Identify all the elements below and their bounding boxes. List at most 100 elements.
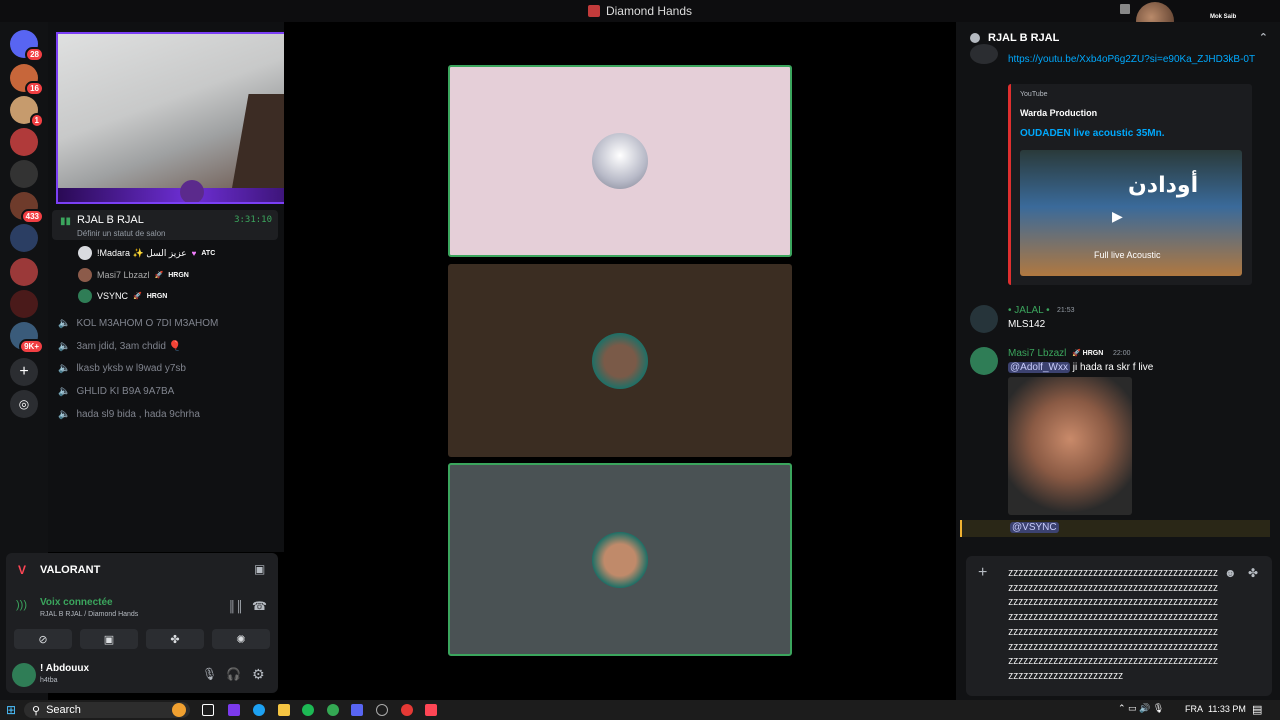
voice-member[interactable]: Masi7 Lbzazl 🚀 HRGN bbox=[78, 266, 189, 284]
user-status: h4tba bbox=[40, 677, 58, 684]
share-screen-button[interactable]: ▣ bbox=[80, 629, 138, 649]
message-author[interactable]: Masi7 Lbzazl bbox=[1008, 348, 1066, 359]
chevron-up-icon[interactable]: ⌃ bbox=[1259, 31, 1268, 44]
voice-channel-item[interactable]: 🔈 hada sl9 bida , hada 9chrha bbox=[58, 405, 200, 423]
voice-channel-status[interactable]: Définir un statut de salon bbox=[77, 229, 166, 238]
voice-channel-item[interactable]: 🔈 GHLID KI B9A 9A7BA bbox=[58, 382, 174, 400]
message-input[interactable]: ZZZZZZZZZZZZZZZZZZZZZZZZZZZZZZZZZZZZZZZZ… bbox=[1008, 566, 1220, 684]
soundboard-button[interactable]: ✺ bbox=[212, 629, 270, 649]
rocket-icon: 🚀 bbox=[133, 293, 142, 300]
chat-header: RJAL B RJAL ⌃ bbox=[956, 22, 1280, 54]
embed-title[interactable]: OUDADEN live acoustic 35Mn. bbox=[1020, 128, 1164, 139]
voice-member[interactable]: !Madara ✨ عزيز السل ♥ ATC bbox=[78, 244, 215, 262]
voice-status[interactable]: Voix connectée bbox=[40, 597, 113, 608]
avatar[interactable] bbox=[970, 44, 998, 64]
rocket-icon: 🚀 bbox=[154, 272, 164, 279]
flag-icon[interactable] bbox=[1120, 4, 1130, 14]
explore-compass-icon[interactable]: ◎ bbox=[10, 390, 38, 418]
avatar bbox=[78, 289, 92, 303]
voice-member[interactable]: VSYNC 🚀 HRGN bbox=[78, 287, 167, 305]
add-attachment-icon[interactable]: + bbox=[978, 564, 987, 582]
apps-icon[interactable]: ✤ bbox=[1248, 566, 1258, 580]
settings-gear-icon[interactable]: ⚙ bbox=[252, 666, 265, 683]
youtube-embed: YouTube Warda Production OUDADEN live ac… bbox=[1008, 84, 1252, 285]
avatar[interactable] bbox=[12, 663, 36, 687]
server-icon[interactable] bbox=[10, 290, 38, 318]
server-icon[interactable]: 9K+ bbox=[10, 322, 44, 354]
clock[interactable]: 11:33 PM bbox=[1208, 704, 1246, 714]
embed-provider: YouTube bbox=[1020, 91, 1048, 98]
valorant-icon[interactable] bbox=[425, 704, 437, 716]
member-name: VSYNC bbox=[97, 291, 129, 301]
user-name[interactable]: ! Abdouux bbox=[40, 663, 89, 674]
app-icon[interactable] bbox=[376, 704, 388, 716]
member-tag: ATC bbox=[201, 249, 216, 257]
system-tray-icons[interactable]: ⌃ ▭ 🔊 🎙 bbox=[1118, 703, 1164, 714]
search-icon: ⚲ bbox=[32, 704, 41, 717]
server-icon[interactable]: 16 bbox=[10, 64, 44, 96]
member-name: Masi7 Lbzazl bbox=[97, 270, 150, 280]
notifications-icon[interactable]: ▤ bbox=[1252, 703, 1262, 716]
file-explorer-icon[interactable] bbox=[278, 704, 290, 716]
task-view-icon[interactable] bbox=[202, 704, 214, 716]
discord-icon[interactable] bbox=[351, 704, 363, 716]
microphone-icon[interactable]: 🎙 bbox=[202, 667, 217, 681]
screen-share-icon: ▣ bbox=[103, 633, 115, 646]
message-image[interactable] bbox=[1008, 377, 1132, 515]
member-tag: HRGN bbox=[168, 271, 189, 279]
server-icon[interactable] bbox=[10, 128, 38, 156]
server-icon[interactable] bbox=[10, 160, 38, 188]
avatar bbox=[78, 268, 92, 282]
voice-channel-item[interactable]: 🔈 3am jdid, 3am chdid 🎈 bbox=[58, 337, 181, 355]
headphones-icon[interactable]: 🎧 bbox=[226, 667, 241, 681]
member-name: !Madara ✨ عزيز السل bbox=[97, 247, 187, 258]
language-indicator[interactable]: FRA bbox=[1185, 704, 1203, 714]
server-icon[interactable]: 433 bbox=[10, 192, 44, 224]
embed-thumbnail[interactable]: أودادن ▶ Full live Acoustic bbox=[1020, 150, 1242, 276]
embed-author[interactable]: Warda Production bbox=[1020, 108, 1097, 118]
role-tag: 🚀 HRGN bbox=[1072, 349, 1103, 357]
speaker-icon: 🔈 bbox=[58, 408, 71, 420]
server-icon[interactable]: 28 bbox=[10, 30, 44, 62]
app-icon[interactable] bbox=[401, 704, 413, 716]
disconnect-icon[interactable]: ☎ bbox=[252, 599, 267, 613]
voice-tile[interactable] bbox=[448, 264, 792, 457]
spotify-icon[interactable] bbox=[302, 704, 314, 716]
server-icon[interactable]: 1 bbox=[10, 96, 44, 128]
voice-channel-item[interactable]: 🔈 KOL M3AHOM O 7DI M3AHOM bbox=[58, 314, 218, 332]
message-composer[interactable]: + ZZZZZZZZZZZZZZZZZZZZZZZZZZZZZZZZZZZZZZ… bbox=[966, 556, 1272, 696]
message-author[interactable]: • JALAL • bbox=[1008, 305, 1050, 316]
camera-off-button[interactable]: ⊘ bbox=[14, 629, 72, 649]
app-icon[interactable] bbox=[228, 704, 240, 716]
screen-share-icon[interactable]: ▣ bbox=[254, 562, 265, 576]
unread-badge: 1 bbox=[29, 113, 44, 128]
noise-suppression-icon[interactable]: ║║ bbox=[228, 601, 244, 613]
unread-badge: 433 bbox=[20, 209, 44, 224]
play-icon[interactable]: ▶ bbox=[1112, 208, 1123, 225]
avatar[interactable] bbox=[970, 347, 998, 375]
server-icon[interactable] bbox=[10, 258, 38, 286]
activity-panel[interactable]: V VALORANT ▣ bbox=[6, 553, 278, 587]
user-mention[interactable]: @Adolf_Wxx bbox=[1008, 362, 1070, 373]
chrome-icon[interactable] bbox=[327, 704, 339, 716]
user-mention[interactable]: @VSYNC bbox=[1010, 522, 1059, 533]
voice-channel-name: RJAL B RJAL bbox=[77, 214, 144, 226]
emoji-icon[interactable]: ☻ bbox=[1224, 566, 1237, 580]
unread-badge: 28 bbox=[25, 47, 44, 62]
voice-channel-item[interactable]: 🔈 lkasb yksb w l9wad y7sb bbox=[58, 359, 186, 377]
message-link[interactable]: https://youtu.be/Xxb4oP6g2ZU?si=e90Ka_ZJ… bbox=[1008, 53, 1260, 67]
server-icon[interactable] bbox=[10, 224, 38, 252]
taskbar-search[interactable]: ⚲ Search bbox=[24, 702, 190, 718]
avatar bbox=[592, 332, 648, 389]
voice-tile[interactable] bbox=[448, 463, 792, 656]
edge-icon[interactable] bbox=[253, 704, 265, 716]
windows-start-icon[interactable]: ⊞ bbox=[6, 703, 16, 717]
add-server-button[interactable]: + bbox=[10, 358, 38, 386]
voice-location[interactable]: RJAL B RJAL / Diamond Hands bbox=[40, 611, 138, 618]
voice-tile[interactable] bbox=[448, 65, 792, 257]
voice-channel-active[interactable]: ▮▮ RJAL B RJAL Définir un statut de salo… bbox=[52, 210, 278, 240]
speaker-icon: 🔈 bbox=[58, 385, 71, 397]
activities-button[interactable]: ✤ bbox=[146, 629, 204, 649]
message-text: ji hada ra skr f live bbox=[1072, 362, 1154, 373]
avatar[interactable] bbox=[970, 305, 998, 333]
